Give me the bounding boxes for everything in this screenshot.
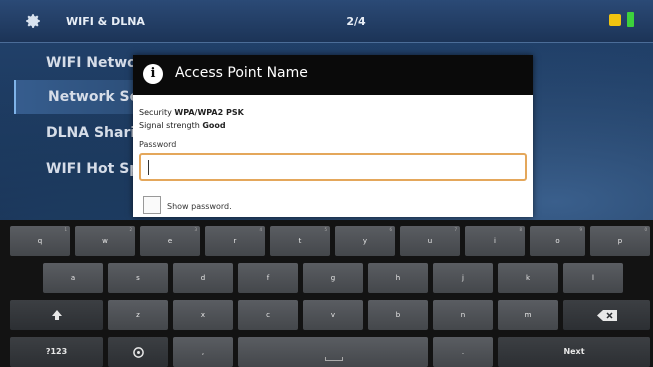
- key-f[interactable]: f: [238, 263, 298, 293]
- battery-icon: [627, 12, 634, 27]
- key-g[interactable]: g: [303, 263, 363, 293]
- signal-label: Signal strength: [139, 121, 200, 130]
- key-label: e: [167, 237, 173, 245]
- settings-key[interactable]: [108, 337, 168, 367]
- key-label: a: [70, 274, 76, 282]
- key-hint: 2: [129, 227, 132, 232]
- key-y[interactable]: y6: [335, 226, 395, 256]
- key-hint: 7: [454, 227, 457, 232]
- page-indicator: 2/4: [346, 15, 366, 28]
- shift-icon: [51, 310, 62, 320]
- menu-item-label: Network Set: [48, 89, 146, 105]
- key-label: c: [266, 311, 270, 319]
- key-s[interactable]: s: [108, 263, 168, 293]
- key-label: i: [494, 237, 496, 245]
- dialog-header: i Access Point Name: [133, 55, 533, 95]
- gear-icon[interactable]: [24, 12, 42, 30]
- key-l[interactable]: l: [563, 263, 623, 293]
- key-label: n: [460, 311, 466, 319]
- key-hint: 0: [644, 227, 647, 232]
- backspace-icon: [596, 309, 617, 321]
- soft-keyboard: q1 w2 e3 r4 t5 y6 u7 i8 o9 p0 a s d f g …: [0, 220, 653, 367]
- key-label: r: [233, 237, 237, 245]
- key-e[interactable]: e3: [140, 226, 200, 256]
- period-key[interactable]: .: [433, 337, 493, 367]
- key-n[interactable]: n: [433, 300, 493, 330]
- key-m[interactable]: m: [498, 300, 558, 330]
- key-label: b: [395, 311, 401, 319]
- key-a[interactable]: a: [43, 263, 103, 293]
- key-c[interactable]: c: [238, 300, 298, 330]
- show-password-checkbox[interactable]: [143, 196, 161, 214]
- text-cursor: [148, 160, 149, 175]
- key-label: d: [200, 274, 206, 282]
- key-u[interactable]: u7: [400, 226, 460, 256]
- key-j[interactable]: j: [433, 263, 493, 293]
- security-row: Security WPA/WPA2 PSK: [139, 108, 244, 117]
- key-hint: 5: [324, 227, 327, 232]
- space-key[interactable]: [238, 337, 428, 367]
- signal-row: Signal strength Good: [139, 121, 226, 130]
- status-bar: WIFI & DLNA 2/4: [0, 0, 653, 43]
- key-label: s: [136, 274, 140, 282]
- show-password-label: Show password.: [167, 202, 232, 211]
- key-d[interactable]: d: [173, 263, 233, 293]
- key-t[interactable]: t5: [270, 226, 330, 256]
- warning-icon: [609, 14, 621, 26]
- key-label: m: [524, 311, 532, 319]
- access-point-dialog: i Access Point Name Security WPA/WPA2 PS…: [133, 55, 533, 217]
- key-label: t: [298, 237, 302, 245]
- key-hint: 6: [389, 227, 392, 232]
- security-value: WPA/WPA2 PSK: [174, 108, 244, 117]
- password-label: Password: [139, 140, 177, 149]
- key-hint: 1: [64, 227, 67, 232]
- menu-item-label: WIFI Hot Sp: [46, 161, 140, 177]
- key-label: q: [37, 237, 43, 245]
- security-label: Security: [139, 108, 172, 117]
- key-b[interactable]: b: [368, 300, 428, 330]
- key-r[interactable]: r4: [205, 226, 265, 256]
- signal-value: Good: [202, 121, 226, 130]
- key-h[interactable]: h: [368, 263, 428, 293]
- key-z[interactable]: z: [108, 300, 168, 330]
- settings-icon: [132, 346, 144, 358]
- key-k[interactable]: k: [498, 263, 558, 293]
- info-icon: i: [143, 64, 163, 84]
- password-input[interactable]: [139, 153, 527, 181]
- key-label: h: [395, 274, 401, 282]
- comma-key[interactable]: ,: [173, 337, 233, 367]
- key-hint: 9: [579, 227, 582, 232]
- menu-item-label: DLNA Sharin: [46, 125, 146, 141]
- backspace-key[interactable]: [563, 300, 650, 330]
- key-label: j: [462, 274, 464, 282]
- key-label: w: [102, 237, 108, 245]
- key-label: x: [200, 311, 206, 319]
- key-x[interactable]: x: [173, 300, 233, 330]
- key-o[interactable]: o9: [530, 226, 585, 256]
- key-label: g: [330, 274, 336, 282]
- key-q[interactable]: q1: [10, 226, 70, 256]
- key-label: p: [617, 237, 623, 245]
- dialog-title: Access Point Name: [175, 65, 308, 81]
- page-title: WIFI & DLNA: [66, 15, 145, 28]
- key-hint: 4: [259, 227, 262, 232]
- shift-key[interactable]: [10, 300, 103, 330]
- key-label: u: [427, 237, 433, 245]
- next-key[interactable]: Next: [498, 337, 650, 367]
- key-label: k: [525, 274, 531, 282]
- key-label: l: [592, 274, 594, 282]
- key-p[interactable]: p0: [590, 226, 650, 256]
- key-hint: 3: [194, 227, 197, 232]
- key-label: o: [555, 237, 560, 245]
- key-v[interactable]: v: [303, 300, 363, 330]
- key-hint: 8: [519, 227, 522, 232]
- key-label: y: [362, 237, 368, 245]
- key-w[interactable]: w2: [75, 226, 135, 256]
- menu-item-label: WIFI Networ: [46, 55, 144, 71]
- key-label: z: [136, 311, 140, 319]
- symbols-key[interactable]: ?123: [10, 337, 103, 367]
- key-label: f: [266, 274, 270, 282]
- key-label: v: [330, 311, 336, 319]
- key-i[interactable]: i8: [465, 226, 525, 256]
